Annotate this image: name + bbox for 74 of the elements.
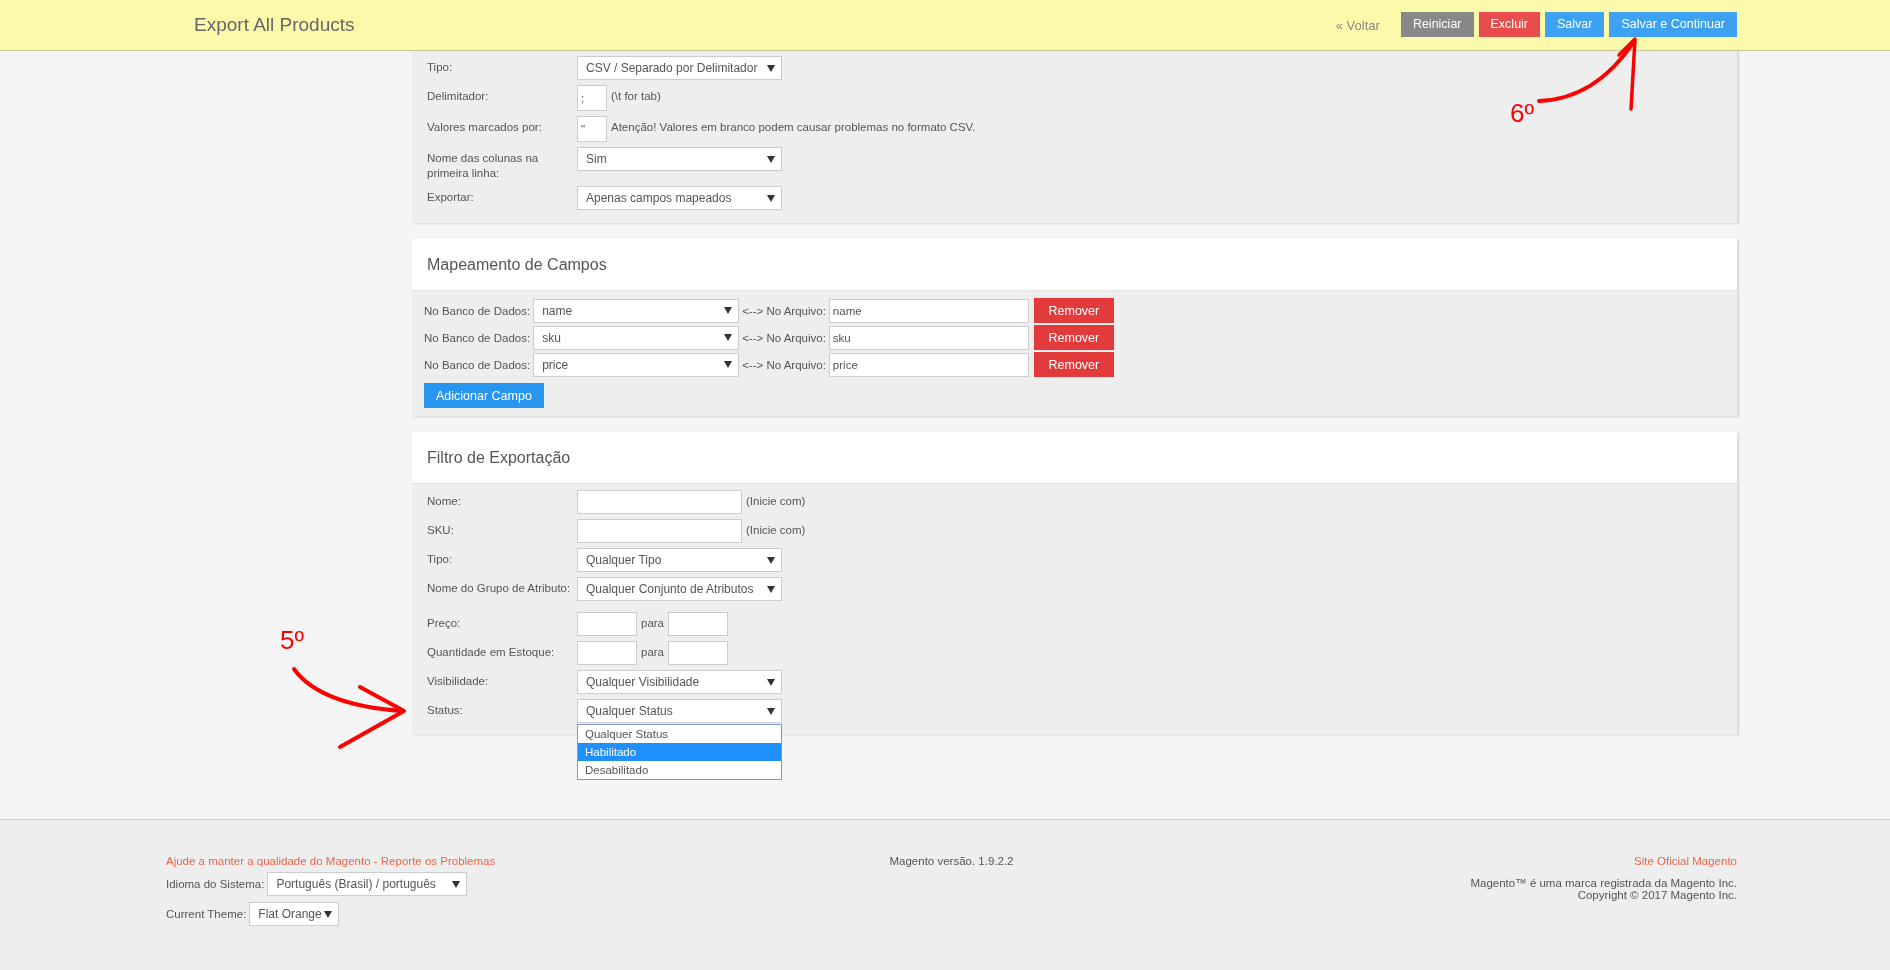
field-label: Tipo: bbox=[427, 552, 454, 567]
field-label: Current Theme: bbox=[166, 908, 247, 920]
field-label: Visibilidade: bbox=[427, 674, 490, 689]
remove-button[interactable]: Remover bbox=[1033, 298, 1114, 323]
caret-icon bbox=[767, 556, 775, 564]
hint-text: (\t for tab) bbox=[611, 89, 661, 102]
section-title: Filtro de Exportação bbox=[427, 448, 571, 467]
caret-icon bbox=[767, 678, 775, 686]
field-label: <--> No Arquivo: bbox=[742, 304, 826, 317]
caret-icon bbox=[324, 910, 333, 918]
field-label: <--> No Arquivo: bbox=[742, 331, 826, 344]
range-from-field[interactable] bbox=[577, 641, 637, 665]
toolbar-button[interactable]: Reiniciar bbox=[1400, 11, 1474, 37]
field-label: SKU: bbox=[427, 523, 455, 538]
range-word: para bbox=[641, 645, 665, 658]
field-label: Idioma do Sistema: bbox=[166, 878, 265, 890]
field-label: Valores marcados por: bbox=[427, 120, 543, 135]
text-field[interactable]: " bbox=[577, 116, 607, 142]
file-column-field[interactable]: sku bbox=[828, 325, 1029, 350]
caret-icon bbox=[724, 307, 733, 314]
step-number: 5º bbox=[280, 625, 304, 656]
caret-icon bbox=[724, 334, 733, 341]
step-number: 6º bbox=[1510, 98, 1534, 129]
trademark-text: Magento™ é uma marca registrada da Magento Inc. bbox=[1470, 877, 1737, 889]
range-to-field[interactable] bbox=[668, 612, 729, 636]
hint-text: Atenção! Valores em branco podem causar problemas no formato CSV. bbox=[611, 120, 976, 133]
field-label: Tipo: bbox=[427, 60, 454, 75]
caret-icon bbox=[767, 155, 775, 163]
language-select[interactable]: Português (Brasil) / português bbox=[267, 872, 468, 896]
hint-text: (Inicie com) bbox=[746, 523, 806, 536]
database-field-select[interactable]: name bbox=[533, 298, 740, 323]
text-field[interactable] bbox=[577, 490, 742, 514]
range-from-field[interactable] bbox=[577, 612, 637, 636]
dropdown-select[interactable]: Qualquer Visibilidade bbox=[577, 670, 782, 694]
field-label: No Banco de Dados: bbox=[424, 331, 531, 344]
field-label: Preço: bbox=[427, 616, 462, 631]
remove-button[interactable]: Remover bbox=[1033, 352, 1114, 377]
file-column-field[interactable]: name bbox=[828, 298, 1029, 323]
range-word: para bbox=[641, 616, 665, 629]
page-title: Export All Products bbox=[194, 14, 356, 36]
dropdown-select[interactable]: Apenas campos mapeados bbox=[577, 186, 782, 210]
caret-icon bbox=[724, 361, 733, 368]
toolbar-button[interactable]: Excluir bbox=[1478, 11, 1541, 37]
caret-icon bbox=[767, 585, 775, 593]
copyright-text: Copyright © 2017 Magento Inc. bbox=[1577, 889, 1737, 901]
field-label: Quantidade em Estoque: bbox=[427, 645, 556, 660]
field-label: Nome do Grupo de Atributo: bbox=[427, 581, 572, 596]
text-field[interactable]: ; bbox=[577, 85, 607, 111]
field-label: No Banco de Dados: bbox=[424, 358, 531, 371]
hint-text: (Inicie com) bbox=[746, 494, 806, 507]
file-column-field[interactable]: price bbox=[828, 352, 1029, 377]
database-field-select[interactable]: sku bbox=[533, 325, 740, 350]
field-label: <--> No Arquivo: bbox=[742, 358, 826, 371]
remove-button[interactable]: Remover bbox=[1033, 325, 1114, 350]
field-label: Nome: bbox=[427, 494, 462, 509]
field-label: Delimitador: bbox=[427, 89, 490, 104]
caret-icon bbox=[767, 64, 775, 72]
dropdown-select[interactable]: Qualquer Conjunto de Atributos bbox=[577, 577, 782, 601]
dropdown-select[interactable]: CSV / Separado por Delimitador bbox=[577, 56, 782, 80]
text-field[interactable] bbox=[577, 519, 742, 543]
dropdown-select[interactable]: Sim bbox=[577, 147, 782, 171]
field-label: Exportar: bbox=[427, 190, 475, 205]
field-label: Status: bbox=[427, 703, 464, 718]
caret-icon bbox=[767, 707, 775, 715]
field-label: Nome das colunas na primeira linha: bbox=[427, 151, 540, 181]
theme-select[interactable]: Flat Orange bbox=[249, 902, 340, 926]
caret-icon bbox=[452, 880, 461, 888]
version-text: Magento versão. 1.9.2.2 bbox=[889, 855, 1014, 867]
caret-icon bbox=[767, 194, 775, 202]
range-to-field[interactable] bbox=[668, 641, 729, 665]
database-field-select[interactable]: price bbox=[533, 352, 740, 377]
field-label: No Banco de Dados: bbox=[424, 304, 531, 317]
dropdown-select[interactable]: Qualquer Tipo bbox=[577, 548, 782, 572]
section-title: Mapeamento de Campos bbox=[427, 255, 607, 274]
